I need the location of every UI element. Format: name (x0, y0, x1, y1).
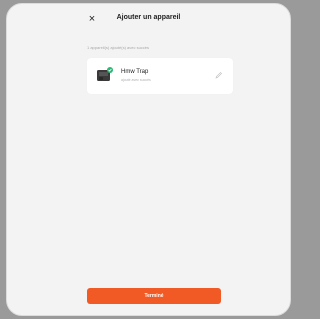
trap-device-icon (97, 67, 113, 81)
device-status: ajouté avec succès (121, 78, 151, 82)
pencil-icon[interactable] (215, 71, 223, 79)
device-card[interactable]: Hmw Trap ajouté avec succès (87, 58, 233, 94)
screen: × Ajouter un appareil 1 appareil(s) ajou… (6, 3, 291, 316)
header: × Ajouter un appareil (7, 4, 290, 34)
finish-button[interactable]: Terminé (87, 288, 221, 304)
page-title: Ajouter un appareil (116, 14, 181, 21)
section-label: 1 appareil(s) ajouté(s) avec succès (87, 45, 150, 50)
device-name: Hmw Trap (121, 69, 149, 75)
